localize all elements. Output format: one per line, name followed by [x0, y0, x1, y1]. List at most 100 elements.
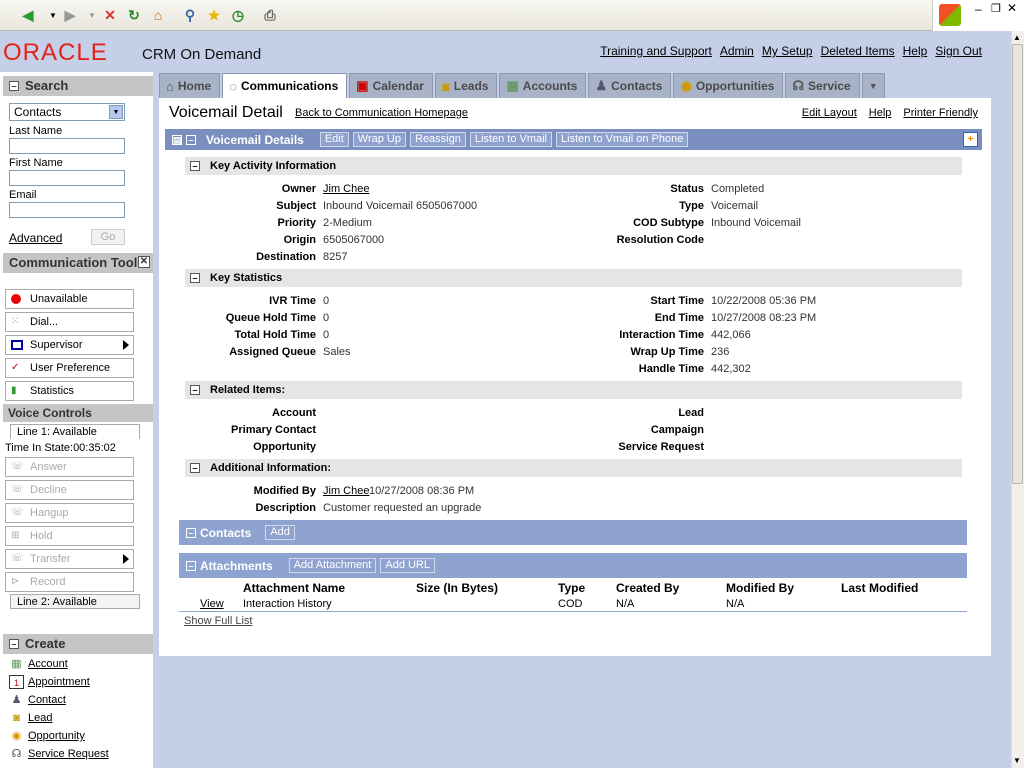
create-account-link[interactable]: ▦ Account [9, 657, 67, 671]
search-type-select[interactable]: Contacts ▼ [9, 103, 125, 121]
transfer-button[interactable]: ☏ Transfer [5, 549, 134, 569]
edit-layout-link[interactable]: Edit Layout [802, 107, 857, 119]
favorites-icon[interactable]: ★ [204, 5, 224, 25]
create-lead-link[interactable]: ◙ Lead [9, 711, 52, 725]
create-opportunity-link[interactable]: ◉ Opportunity [9, 729, 85, 743]
history-icon[interactable]: ◷ [228, 5, 248, 25]
forward-icon[interactable]: ▶ [60, 5, 80, 25]
hold-button[interactable]: ⊞ Hold [5, 526, 134, 546]
tab-more[interactable]: ▼ [861, 73, 885, 98]
reassign-button[interactable]: Reassign [410, 132, 466, 147]
minimize-icon[interactable]: – [975, 2, 982, 16]
col-modified-by[interactable]: Modified By [726, 581, 794, 595]
listen-vmail-phone-button[interactable]: Listen to Vmail on Phone [556, 132, 689, 147]
search-section-header[interactable]: – Search [3, 76, 153, 96]
subject-label: Subject [276, 200, 316, 212]
col-attachment-name[interactable]: Attachment Name [243, 581, 345, 595]
line2-tab[interactable]: Line 2: Available [10, 594, 140, 609]
tab-home[interactable]: ⌂ Home [159, 73, 221, 98]
wrap-up-button[interactable]: Wrap Up [352, 132, 406, 147]
print-icon[interactable]: ⎙ [260, 5, 280, 25]
email-input[interactable] [9, 202, 125, 218]
link-admin[interactable]: Admin [720, 44, 754, 58]
restore-icon[interactable]: ❐ [991, 2, 1001, 15]
owner-value[interactable]: Jim Chee [323, 183, 369, 195]
last-name-input[interactable] [9, 138, 125, 154]
collapse-icon[interactable]: – [190, 385, 200, 395]
related-items-header[interactable]: – Related Items: [185, 381, 962, 399]
collapse-icon[interactable]: – [190, 273, 200, 283]
related-account-label: Account [272, 407, 316, 419]
link-my-setup[interactable]: My Setup [762, 44, 813, 58]
collapse-icon[interactable]: – [190, 463, 200, 473]
add-contact-button[interactable]: Add [265, 525, 295, 540]
home-icon[interactable]: ⌂ [148, 5, 168, 25]
scroll-up-icon[interactable]: ▲ [1013, 33, 1021, 42]
record-button[interactable]: ⊳ Record [5, 572, 134, 592]
key-activity-header[interactable]: – Key Activity Information [185, 157, 962, 175]
create-service-request-link[interactable]: ☊ Service Request [9, 747, 109, 761]
add-attachment-button[interactable]: Add Attachment [288, 558, 377, 573]
edit-button[interactable]: Edit [319, 132, 349, 147]
tab-communications[interactable]: ◌ Communications [222, 73, 348, 98]
collapse-icon[interactable]: – [186, 134, 196, 145]
help-link[interactable]: Help [869, 107, 892, 119]
create-section-header[interactable]: – Create [3, 634, 153, 654]
dial-button[interactable]: ⁙ Dial... [5, 312, 134, 332]
unavailable-button[interactable]: Unavailable [5, 289, 134, 309]
collapse-icon[interactable]: – [186, 527, 196, 538]
hangup-button[interactable]: ☏ Hangup [5, 503, 134, 523]
collapse-icon[interactable]: – [9, 81, 19, 91]
link-sign-out[interactable]: Sign Out [935, 44, 982, 58]
first-name-input[interactable] [9, 170, 125, 186]
view-attachment-link[interactable]: View [200, 598, 224, 610]
tab-service[interactable]: ☊ Service [785, 73, 860, 98]
add-to-favorites-icon[interactable]: + [963, 132, 978, 147]
user-preference-button[interactable]: ✓ User Preference [5, 358, 134, 378]
statistics-button[interactable]: ▮ Statistics [5, 381, 134, 401]
add-url-button[interactable]: Add URL [380, 558, 435, 573]
ivr-time-value: 0 [323, 295, 330, 307]
interaction-time-label: Interaction Time [619, 329, 704, 341]
close-icon[interactable]: ✕ [1007, 1, 1017, 15]
tab-leads[interactable]: ◙ Leads [434, 73, 498, 98]
col-size[interactable]: Size (In Bytes) [416, 581, 498, 595]
advanced-search-link[interactable]: Advanced [9, 231, 62, 245]
tab-accounts[interactable]: ▦ Accounts [499, 73, 587, 98]
scroll-down-icon[interactable]: ▼ [1013, 756, 1021, 765]
col-type[interactable]: Type [558, 581, 585, 595]
col-created-by[interactable]: Created By [616, 581, 679, 595]
chevron-down-icon[interactable]: ▼ [109, 105, 123, 119]
additional-info-header[interactable]: – Additional Information: [185, 459, 962, 477]
tab-opportunities[interactable]: ◉ Opportunities [673, 73, 784, 98]
search-icon[interactable]: ⚲ [180, 5, 200, 25]
printer-friendly-link[interactable]: Printer Friendly [903, 107, 978, 119]
create-contact-link[interactable]: ♟ Contact [9, 693, 66, 707]
queue-hold-time-label: Queue Hold Time [225, 312, 316, 324]
refresh-icon[interactable]: ↻ [124, 5, 144, 25]
collapse-icon[interactable]: – [9, 639, 19, 649]
col-last-modified[interactable]: Last Modified [841, 581, 918, 595]
back-icon[interactable]: ◀ [18, 5, 38, 25]
decline-button[interactable]: ☏ Decline [5, 480, 134, 500]
collapse-all-icon[interactable]: ▤ [172, 134, 182, 145]
stop-icon[interactable]: ✕ [100, 5, 120, 25]
create-appointment-link[interactable]: 1 Appointment [9, 675, 90, 689]
listen-vmail-button[interactable]: Listen to Vmail [469, 132, 553, 147]
link-training-support[interactable]: Training and Support [600, 44, 712, 58]
scrollbar-thumb[interactable] [1012, 44, 1023, 484]
show-full-list-link[interactable]: Show Full List [184, 615, 252, 627]
supervisor-button[interactable]: Supervisor [5, 335, 134, 355]
contacts-icon: ♟ [11, 694, 22, 706]
answer-button[interactable]: ☏ Answer [5, 457, 134, 477]
collapse-icon[interactable]: – [190, 161, 200, 171]
tab-calendar[interactable]: ▣ Calendar [349, 73, 433, 98]
chevron-down-icon[interactable]: ▼ [82, 5, 102, 25]
link-help[interactable]: Help [903, 44, 928, 58]
collapse-icon[interactable]: – [186, 560, 196, 571]
modified-by-user[interactable]: Jim Chee [323, 485, 369, 497]
back-to-communication-link[interactable]: Back to Communication Homepage [295, 107, 468, 119]
link-deleted-items[interactable]: Deleted Items [821, 44, 895, 58]
key-statistics-header[interactable]: – Key Statistics [185, 269, 962, 287]
tab-contacts[interactable]: ♟ Contacts [588, 73, 672, 98]
